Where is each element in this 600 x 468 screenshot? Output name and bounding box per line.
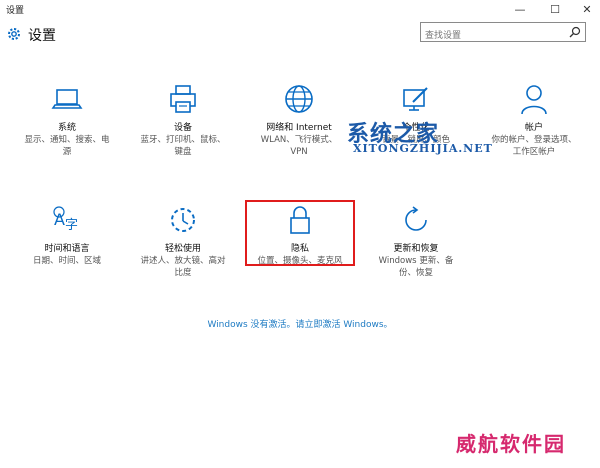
laptop-icon — [51, 89, 83, 109]
search-input[interactable] — [421, 27, 569, 45]
activation-link[interactable]: Windows 没有激活。请立即激活 Windows。 — [0, 317, 600, 330]
tile-devices[interactable]: 设备 蓝牙、打印机、鼠标、键盘 — [133, 82, 233, 158]
refresh-icon — [405, 206, 427, 231]
search-icon[interactable] — [569, 26, 581, 38]
tile-description: 讲述人、放大镜、高对比度 — [140, 256, 226, 278]
tile-label: 轻松使用 — [164, 244, 201, 254]
tile-accounts[interactable]: 帐户 你的帐户、登录选项、工作区帐户 — [484, 82, 584, 158]
tile-time-language[interactable]: A 字 时间和语言 日期、时间、区域 — [17, 203, 117, 267]
watermark-site: XITONGZHIJIA.NET — [353, 142, 493, 155]
search-box[interactable] — [420, 22, 586, 45]
minimize-button[interactable]: — — [505, 0, 535, 18]
tile-description: 显示、通知、搜索、电源 — [24, 135, 110, 157]
tile-label: 设备 — [173, 123, 192, 133]
page-title: 设置 — [28, 28, 56, 44]
tile-label: 帐户 — [524, 123, 543, 133]
tile-description: 你的帐户、登录选项、工作区帐户 — [491, 135, 577, 157]
tile-description: 蓝牙、打印机、鼠标、键盘 — [140, 135, 226, 157]
svg-text:字: 字 — [65, 218, 78, 233]
tile-label: 更新和恢复 — [393, 244, 439, 254]
tile-description: WLAN、飞行模式、VPN — [260, 135, 338, 157]
minimize-icon: — — [514, 2, 526, 16]
tile-ease-of-access[interactable]: 轻松使用 讲述人、放大镜、高对比度 — [133, 203, 233, 279]
tile-label: 网络和 Internet — [266, 123, 332, 133]
person-icon — [521, 85, 547, 115]
tile-label: 系统 — [57, 123, 76, 133]
close-icon: ✕ — [582, 2, 592, 16]
privacy-highlight-box — [245, 200, 355, 266]
gear-icon — [8, 28, 20, 40]
maximize-icon: ☐ — [550, 2, 560, 16]
close-button[interactable]: ✕ — [572, 0, 600, 18]
tile-update-recovery[interactable]: 更新和恢复 Windows 更新、备份、恢复 — [366, 203, 466, 279]
personalization-icon — [403, 87, 428, 111]
tile-description: Windows 更新、备份、恢复 — [378, 256, 454, 278]
tile-description: 日期、时间、区域 — [32, 256, 101, 266]
watermark-corner: 威航软件园 — [456, 432, 566, 456]
tile-label: 时间和语言 — [44, 244, 90, 254]
globe-icon — [285, 85, 313, 113]
window-title: 设置 — [6, 6, 25, 16]
title-bar: 设置 — ☐ ✕ — [0, 0, 600, 18]
tile-system[interactable]: 系统 显示、通知、搜索、电源 — [17, 82, 117, 158]
ease-of-access-icon — [171, 208, 195, 232]
time-language-icon: A 字 — [53, 206, 78, 233]
maximize-button[interactable]: ☐ — [540, 0, 570, 18]
printer-icon — [170, 85, 196, 113]
tile-network[interactable]: 网络和 Internet WLAN、飞行模式、VPN — [249, 82, 349, 158]
